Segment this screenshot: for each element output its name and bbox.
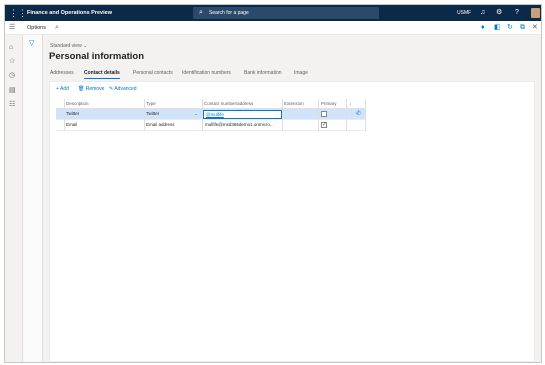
- gear-icon[interactable]: ⚙: [496, 7, 502, 18]
- row-contact[interactable]: mulfife@msd365demo1.onmicro...: [205, 120, 283, 130]
- trash-icon: 🗑: [78, 86, 85, 92]
- list-icon[interactable]: ☷: [9, 100, 15, 110]
- advanced-button[interactable]: ✎ Advanced: [109, 85, 137, 93]
- col-primary[interactable]: Primary: [321, 99, 337, 109]
- app-title[interactable]: Finance and Operations Preview: [27, 8, 112, 18]
- row-type[interactable]: Email address: [146, 120, 175, 130]
- column-divider: [365, 99, 366, 131]
- top-bar: ⋮⋮ Finance and Operations Preview ⌕ Sear…: [5, 5, 541, 21]
- row-description[interactable]: Email: [66, 120, 77, 130]
- advanced-label: Advanced: [114, 86, 137, 92]
- tab-personal-contacts[interactable]: Personal contacts: [133, 69, 173, 77]
- waffle-icon[interactable]: ⋮⋮: [9, 8, 27, 18]
- close-icon[interactable]: ✕: [532, 23, 538, 33]
- col-description[interactable]: Description: [66, 99, 89, 109]
- home-icon[interactable]: ⌂: [9, 43, 13, 53]
- avatar[interactable]: [531, 8, 540, 18]
- global-search[interactable]: ⌕ Search for a page: [193, 7, 379, 19]
- column-divider: [202, 99, 203, 131]
- contact-details-panel: + Add 🗑 Remove ✎ Advanced Description Ty…: [49, 81, 535, 362]
- search-placeholder: Search for a page: [209, 10, 249, 16]
- bell-icon[interactable]: ♫: [480, 7, 485, 18]
- filter-pane: ▽: [23, 35, 43, 362]
- search-icon[interactable]: ⌕: [55, 23, 59, 33]
- add-button[interactable]: + Add: [56, 85, 69, 93]
- sort-icon[interactable]: ↓: [349, 99, 351, 109]
- column-divider: [318, 99, 319, 131]
- column-divider: [346, 99, 347, 131]
- contact-value: @mulfife: [206, 112, 224, 117]
- refresh-icon[interactable]: ↻: [507, 23, 513, 33]
- app-window: ⋮⋮ Finance and Operations Preview ⌕ Sear…: [4, 4, 542, 363]
- office-icon[interactable]: ◧: [494, 23, 501, 33]
- col-extension[interactable]: Extension: [284, 99, 304, 109]
- column-divider: [144, 99, 145, 131]
- column-divider: [64, 99, 65, 131]
- chevron-down-icon[interactable]: ⌄: [194, 109, 198, 119]
- table-row[interactable]: Twitter Twitter ⌄ @mulfife ✆: [56, 109, 366, 120]
- filter-icon[interactable]: ▽: [29, 39, 34, 49]
- tab-image[interactable]: Image: [294, 69, 308, 77]
- left-nav: ⌂ ☆ ◷ ▤ ☷: [5, 35, 23, 362]
- row-description[interactable]: Twitter: [66, 109, 79, 119]
- clock-icon[interactable]: ◷: [9, 71, 15, 81]
- workspace-icon[interactable]: ▤: [9, 86, 16, 96]
- star-icon[interactable]: ☆: [9, 57, 15, 67]
- primary-checkbox[interactable]: [321, 120, 327, 130]
- phone-icon[interactable]: ✆: [356, 109, 361, 119]
- page-title: Personal information: [49, 51, 145, 62]
- tab-identification-numbers[interactable]: Identification numbers: [182, 69, 231, 77]
- help-icon[interactable]: ?: [515, 7, 519, 18]
- view-selector[interactable]: Standard view ⌄: [50, 42, 87, 50]
- favorite-icon[interactable]: ♦: [481, 23, 485, 33]
- column-divider: [282, 99, 283, 131]
- view-name: Standard view: [50, 43, 82, 49]
- tab-contact-details[interactable]: Contact details: [84, 69, 120, 79]
- tab-addresses[interactable]: Addresses: [50, 69, 74, 77]
- remove-label: Remove: [85, 86, 105, 92]
- tab-bank-information[interactable]: Bank information: [244, 69, 282, 77]
- hamburger-icon[interactable]: ☰: [9, 23, 15, 33]
- primary-checkbox[interactable]: [321, 111, 327, 117]
- contact-input[interactable]: @mulfife: [203, 110, 282, 119]
- action-pane: ☰ Options ⌕ ♦ ◧ ↻ ⧉ ✕: [5, 21, 541, 35]
- edit-icon: ✎: [109, 86, 114, 92]
- table-row[interactable]: Email Email address mulfife@msd365demo1.…: [56, 120, 366, 131]
- grid-header: Description Type Contact number/address …: [56, 99, 366, 109]
- options-menu[interactable]: Options: [27, 23, 46, 33]
- row-type[interactable]: Twitter: [146, 109, 159, 119]
- search-icon: ⌕: [199, 9, 203, 16]
- popout-icon[interactable]: ⧉: [520, 23, 525, 33]
- col-contact[interactable]: Contact number/address: [204, 99, 253, 109]
- remove-button[interactable]: 🗑 Remove: [78, 85, 104, 93]
- company-picker[interactable]: USMF: [457, 8, 471, 18]
- col-type[interactable]: Type: [146, 99, 156, 109]
